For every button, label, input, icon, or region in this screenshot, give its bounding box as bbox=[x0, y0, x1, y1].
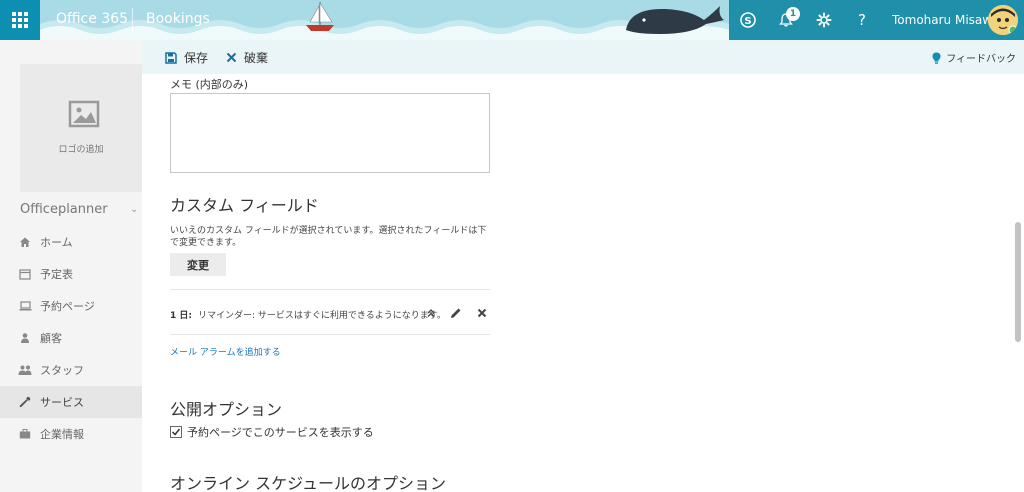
discard-label: 破棄 bbox=[244, 51, 269, 65]
feedback-label: フィードバック bbox=[946, 54, 1016, 65]
bookings-app-link[interactable]: Bookings bbox=[146, 11, 210, 27]
chevron-down-icon[interactable]: ⌄ bbox=[130, 204, 138, 215]
gear-icon bbox=[816, 12, 832, 28]
scrollbar-thumb[interactable] bbox=[1015, 222, 1021, 342]
sidebar-item-business-info[interactable]: 企業情報 bbox=[0, 418, 142, 450]
office365-brand-link[interactable]: Office 365 bbox=[56, 11, 128, 27]
help-icon: ? bbox=[858, 11, 866, 29]
save-button[interactable]: 保存 bbox=[164, 49, 208, 66]
add-logo-button[interactable]: ロゴの追加 bbox=[20, 64, 142, 192]
header-wave-illustration bbox=[40, 1, 730, 40]
reminder-text: リマインダー: サービスはすぐに利用できるようになります。 bbox=[198, 311, 446, 321]
sidebar-item-booking-page[interactable]: 予約ページ bbox=[0, 290, 142, 322]
people-icon bbox=[18, 363, 32, 377]
save-label: 保存 bbox=[184, 51, 209, 65]
vertical-scrollbar[interactable] bbox=[1014, 74, 1024, 492]
business-name[interactable]: Officeplanner bbox=[20, 202, 108, 217]
help-button[interactable]: ? bbox=[850, 8, 874, 32]
online-schedule-options-heading: オンライン スケジュールのオプション bbox=[170, 474, 446, 492]
memo-textarea[interactable] bbox=[170, 93, 490, 173]
close-icon bbox=[224, 51, 238, 65]
sidebar-item-label: 予約ページ bbox=[40, 300, 95, 313]
divider bbox=[170, 334, 490, 335]
sidebar-item-label: ホーム bbox=[40, 236, 73, 249]
sidebar-item-calendar[interactable]: 予定表 bbox=[0, 258, 142, 290]
show-on-booking-page-option[interactable]: 予約ページでこのサービスを表示する bbox=[170, 424, 374, 440]
collapse-up-icon[interactable] bbox=[424, 306, 438, 320]
briefcase-icon bbox=[18, 427, 32, 441]
sidebar-item-staff[interactable]: スタッフ bbox=[0, 354, 142, 386]
image-placeholder-icon bbox=[68, 100, 100, 128]
avatar[interactable] bbox=[988, 5, 1018, 35]
command-bar: 保存 破棄 フィードバック bbox=[142, 40, 1024, 74]
waffle-icon bbox=[12, 12, 28, 28]
add-logo-label: ロゴの追加 bbox=[58, 145, 104, 155]
memo-label: メモ (内部のみ) bbox=[170, 78, 249, 91]
sidebar-item-home[interactable]: ホーム bbox=[0, 226, 142, 258]
service-details-form: メモ (内部のみ) カスタム フィールド いいえのカスタム フィールドが選択され… bbox=[142, 74, 1024, 492]
person-icon bbox=[18, 331, 32, 345]
calendar-icon bbox=[18, 267, 32, 281]
save-icon bbox=[164, 51, 178, 65]
brand-divider bbox=[132, 8, 133, 32]
custom-fields-description: いいえのカスタム フィールドが選択されています。選択されたフィールドは下で変更で… bbox=[170, 226, 487, 248]
sidebar-item-label: スタッフ bbox=[40, 364, 84, 377]
add-mail-alarm-link[interactable]: メール アラームを追加する bbox=[170, 345, 281, 358]
skype-icon: S bbox=[740, 12, 756, 28]
user-name[interactable]: Tomoharu Misawa bbox=[892, 13, 999, 27]
sidebar: ロゴの追加 Officeplanner ⌄ ホーム 予定表 予約ページ 顧客 ス… bbox=[0, 40, 142, 492]
reminder-row: 1 日: リマインダー: サービスはすぐに利用できるようになります。 bbox=[170, 306, 492, 322]
feedback-button[interactable]: フィードバック bbox=[932, 50, 1016, 65]
show-on-booking-page-label: 予約ページでこのサービスを表示する bbox=[187, 426, 374, 439]
reminder-offset: 1 日: bbox=[170, 311, 192, 321]
show-on-booking-page-checkbox[interactable] bbox=[170, 426, 182, 438]
divider bbox=[170, 289, 490, 290]
sidebar-item-label: 企業情報 bbox=[40, 428, 84, 441]
checkmark-icon bbox=[171, 428, 181, 436]
sidebar-item-label: サービス bbox=[40, 396, 84, 409]
publish-options-heading: 公開オプション bbox=[170, 400, 283, 419]
laptop-icon bbox=[18, 299, 32, 313]
sidebar-item-customers[interactable]: 顧客 bbox=[0, 322, 142, 354]
notification-count-badge: 1 bbox=[786, 7, 800, 21]
change-custom-fields-button[interactable]: 変更 bbox=[170, 253, 226, 276]
wrench-icon bbox=[18, 395, 32, 409]
app-launcher-button[interactable] bbox=[0, 0, 40, 40]
skype-button[interactable]: S bbox=[736, 8, 760, 32]
svg-text:S: S bbox=[744, 16, 751, 27]
sailboat-icon bbox=[306, 1, 334, 31]
custom-fields-heading: カスタム フィールド bbox=[170, 196, 319, 215]
delete-x-icon[interactable] bbox=[475, 306, 489, 320]
edit-pencil-icon[interactable] bbox=[449, 306, 463, 320]
sidebar-item-label: 予定表 bbox=[40, 268, 73, 281]
discard-button[interactable]: 破棄 bbox=[224, 49, 268, 66]
lightbulb-icon bbox=[932, 52, 941, 64]
settings-button[interactable] bbox=[812, 8, 836, 32]
sidebar-item-services[interactable]: サービス bbox=[0, 386, 142, 418]
user-avatar-icon bbox=[988, 5, 1018, 35]
top-bar: Office 365 Bookings S 1 ? Tomoharu Misaw… bbox=[0, 0, 1024, 40]
sidebar-item-label: 顧客 bbox=[40, 332, 62, 345]
home-icon bbox=[18, 235, 32, 249]
